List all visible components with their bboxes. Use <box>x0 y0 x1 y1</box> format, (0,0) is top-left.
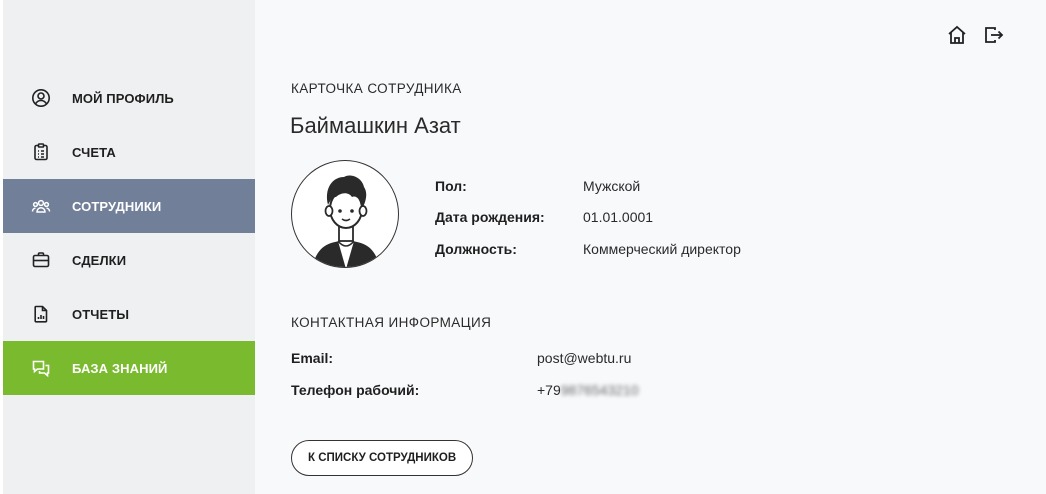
sidebar-item-label: СОТРУДНИКИ <box>72 198 162 214</box>
user-circle-icon <box>31 88 51 108</box>
work-phone-label: Телефон рабочий: <box>291 382 420 398</box>
sidebar-item-employees[interactable]: СОТРУДНИКИ <box>3 179 255 233</box>
clipboard-list-icon <box>31 142 51 162</box>
chat-bubbles-icon <box>31 358 51 378</box>
email-value[interactable]: post@webtu.ru <box>537 350 631 366</box>
work-phone-value[interactable]: +799876543210 <box>537 382 639 398</box>
sidebar-item-my-profile[interactable]: МОЙ ПРОФИЛЬ <box>3 71 255 125</box>
main-content: КАРТОЧКА СОТРУДНИКА Баймашкин Азат Пол: … <box>255 0 1046 494</box>
phone-blurred-part: 9876543210 <box>560 382 639 398</box>
sidebar-nav: МОЙ ПРОФИЛЬ СЧЕТА СОТРУДНИКИ СДЕЛКИ ОТЧЕ… <box>3 71 255 395</box>
report-file-icon <box>31 304 51 324</box>
avatar <box>291 160 399 268</box>
sidebar-item-reports[interactable]: ОТЧЕТЫ <box>3 287 255 341</box>
sidebar-item-label: СДЕЛКИ <box>72 252 127 268</box>
birthdate-value: 01.01.0001 <box>583 209 654 225</box>
sidebar: МОЙ ПРОФИЛЬ СЧЕТА СОТРУДНИКИ СДЕЛКИ ОТЧЕ… <box>0 0 255 494</box>
position-label: Должность: <box>435 241 517 257</box>
employee-name: Баймашкин Азат <box>290 113 461 138</box>
sidebar-item-invoices[interactable]: СЧЕТА <box>3 125 255 179</box>
contact-info-title: КОНТАКТНАЯ ИНФОРМАЦИЯ <box>291 315 492 330</box>
sidebar-item-label: БАЗА ЗНАНИЙ <box>72 360 168 376</box>
position-value: Коммерческий директор <box>583 241 741 257</box>
back-to-employee-list-button[interactable]: К СПИСКУ СОТРУДНИКОВ <box>291 440 474 476</box>
sidebar-item-knowledge-base[interactable]: БАЗА ЗНАНИЙ <box>3 341 255 395</box>
gender-label: Пол: <box>435 178 467 194</box>
home-icon[interactable] <box>946 24 968 46</box>
sidebar-item-deals[interactable]: СДЕЛКИ <box>3 233 255 287</box>
phone-visible-part: +79 <box>537 382 561 398</box>
sidebar-item-label: ОТЧЕТЫ <box>72 306 130 322</box>
sidebar-item-label: МОЙ ПРОФИЛЬ <box>72 90 174 106</box>
header-icons <box>946 24 1004 46</box>
email-label: Email: <box>291 350 334 366</box>
sidebar-item-label: СЧЕТА <box>72 144 116 160</box>
employee-card-title: КАРТОЧКА СОТРУДНИКА <box>291 81 462 96</box>
logout-icon[interactable] <box>982 24 1004 46</box>
briefcase-icon <box>31 250 51 270</box>
gender-value: Мужской <box>583 178 641 194</box>
users-icon <box>31 196 51 216</box>
birthdate-label: Дата рождения: <box>435 209 545 225</box>
